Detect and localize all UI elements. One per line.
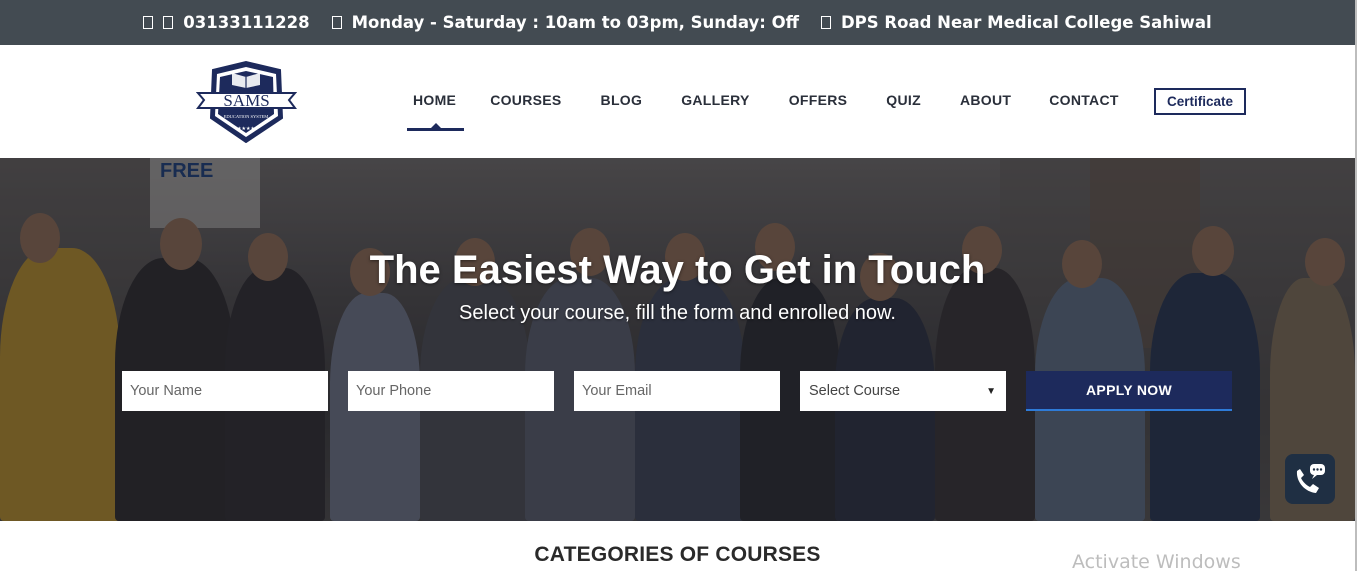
hero-overlay: [0, 158, 1355, 521]
course-select-value: Select Course: [809, 383, 901, 399]
nav-about[interactable]: ABOUT: [960, 92, 1011, 108]
nav-quiz[interactable]: QUIZ: [886, 92, 921, 108]
nav-active-indicator: [407, 123, 465, 131]
sams-logo[interactable]: SAMS EDUCATION SYSTEM ★★★★: [196, 60, 297, 143]
hero-section: FREE The Easiest Way to Get in Touch Sel…: [0, 158, 1355, 521]
chevron-down-icon: ▼: [986, 385, 996, 397]
certificate-button[interactable]: Certificate: [1154, 88, 1246, 115]
nav-blog[interactable]: BLOG: [601, 92, 643, 108]
site-header: SAMS EDUCATION SYSTEM ★★★★ HOME COURSES …: [0, 45, 1355, 158]
hero-subtitle: Select your course, fill the form and en…: [459, 302, 896, 324]
top-info-bar: 03133111228 Monday - Saturday : 10am to …: [0, 0, 1355, 45]
logo-title: SAMS: [223, 91, 269, 110]
apply-now-button[interactable]: APPLY NOW: [1026, 371, 1232, 411]
svg-text:★★★★: ★★★★: [237, 126, 255, 132]
nav-gallery[interactable]: GALLERY: [681, 92, 749, 108]
logo-subtitle: EDUCATION SYSTEM: [224, 114, 269, 119]
hero-title: The Easiest Way to Get in Touch: [369, 248, 986, 292]
nav-contact[interactable]: CONTACT: [1049, 92, 1119, 108]
nav-home[interactable]: HOME: [407, 92, 465, 131]
phone-number[interactable]: 03133111228: [183, 13, 309, 32]
course-select[interactable]: Select Course ▼: [800, 371, 1006, 411]
nav-offers[interactable]: OFFERS: [789, 92, 848, 108]
address: DPS Road Near Medical College Sahiwal: [820, 13, 1212, 32]
map-marker-icon: [820, 16, 831, 29]
office-hours: Monday - Saturday : 10am to 03pm, Sunday…: [331, 13, 799, 32]
whatsapp-icon: [163, 16, 174, 29]
phone-contact[interactable]: 03133111228: [143, 13, 310, 32]
nav-courses[interactable]: COURSES: [490, 92, 561, 108]
address-text: DPS Road Near Medical College Sahiwal: [840, 13, 1212, 32]
main-nav: HOME COURSES BLOG GALLERY OFFERS QUIZ AB…: [398, 92, 1119, 131]
name-input[interactable]: [122, 371, 328, 411]
call-chat-icon: [1296, 464, 1325, 493]
clock-icon: [331, 16, 342, 29]
call-chat-button[interactable]: [1285, 454, 1335, 504]
os-watermark: Activate Windows: [1072, 551, 1241, 573]
hours-text: Monday - Saturday : 10am to 03pm, Sunday…: [351, 13, 799, 32]
phone-icon: [143, 16, 154, 29]
phone-input[interactable]: [348, 371, 554, 411]
email-input[interactable]: [574, 371, 780, 411]
